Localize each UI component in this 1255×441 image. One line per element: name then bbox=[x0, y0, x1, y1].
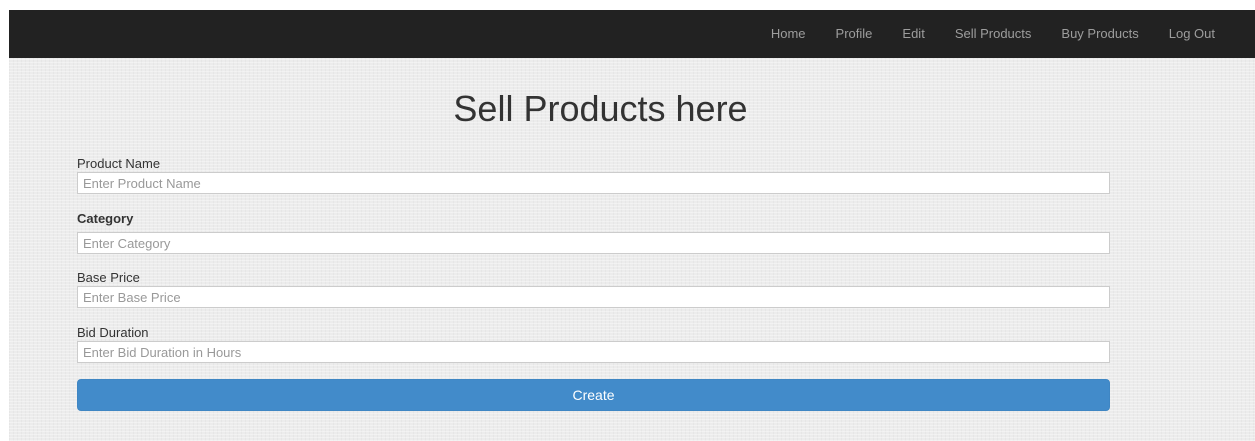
bid-duration-label: Bid Duration bbox=[77, 325, 149, 340]
category-input[interactable] bbox=[77, 232, 1110, 254]
base-price-label: Base Price bbox=[77, 270, 140, 285]
bid-duration-input[interactable] bbox=[77, 341, 1110, 363]
category-label: Category bbox=[77, 211, 134, 226]
nav-link-edit[interactable]: Edit bbox=[887, 10, 939, 58]
nav-links: Home Profile Edit Sell Products Buy Prod… bbox=[756, 10, 1230, 58]
nav-link-buy-products[interactable]: Buy Products bbox=[1046, 10, 1153, 58]
sell-product-form: Product Name Category Base Price Bid Dur… bbox=[77, 155, 1110, 363]
nav-link-log-out[interactable]: Log Out bbox=[1154, 10, 1230, 58]
create-button[interactable]: Create bbox=[77, 379, 1110, 411]
nav-link-home[interactable]: Home bbox=[756, 10, 821, 58]
product-name-input[interactable] bbox=[77, 172, 1110, 194]
page-title: Sell Products here bbox=[453, 88, 748, 129]
nav-link-profile[interactable]: Profile bbox=[821, 10, 888, 58]
page-frame: Home Profile Edit Sell Products Buy Prod… bbox=[9, 10, 1255, 441]
base-price-input[interactable] bbox=[77, 286, 1110, 308]
product-name-label: Product Name bbox=[77, 156, 161, 171]
nav-link-sell-products[interactable]: Sell Products bbox=[940, 10, 1047, 58]
top-navbar: Home Profile Edit Sell Products Buy Prod… bbox=[9, 10, 1255, 58]
